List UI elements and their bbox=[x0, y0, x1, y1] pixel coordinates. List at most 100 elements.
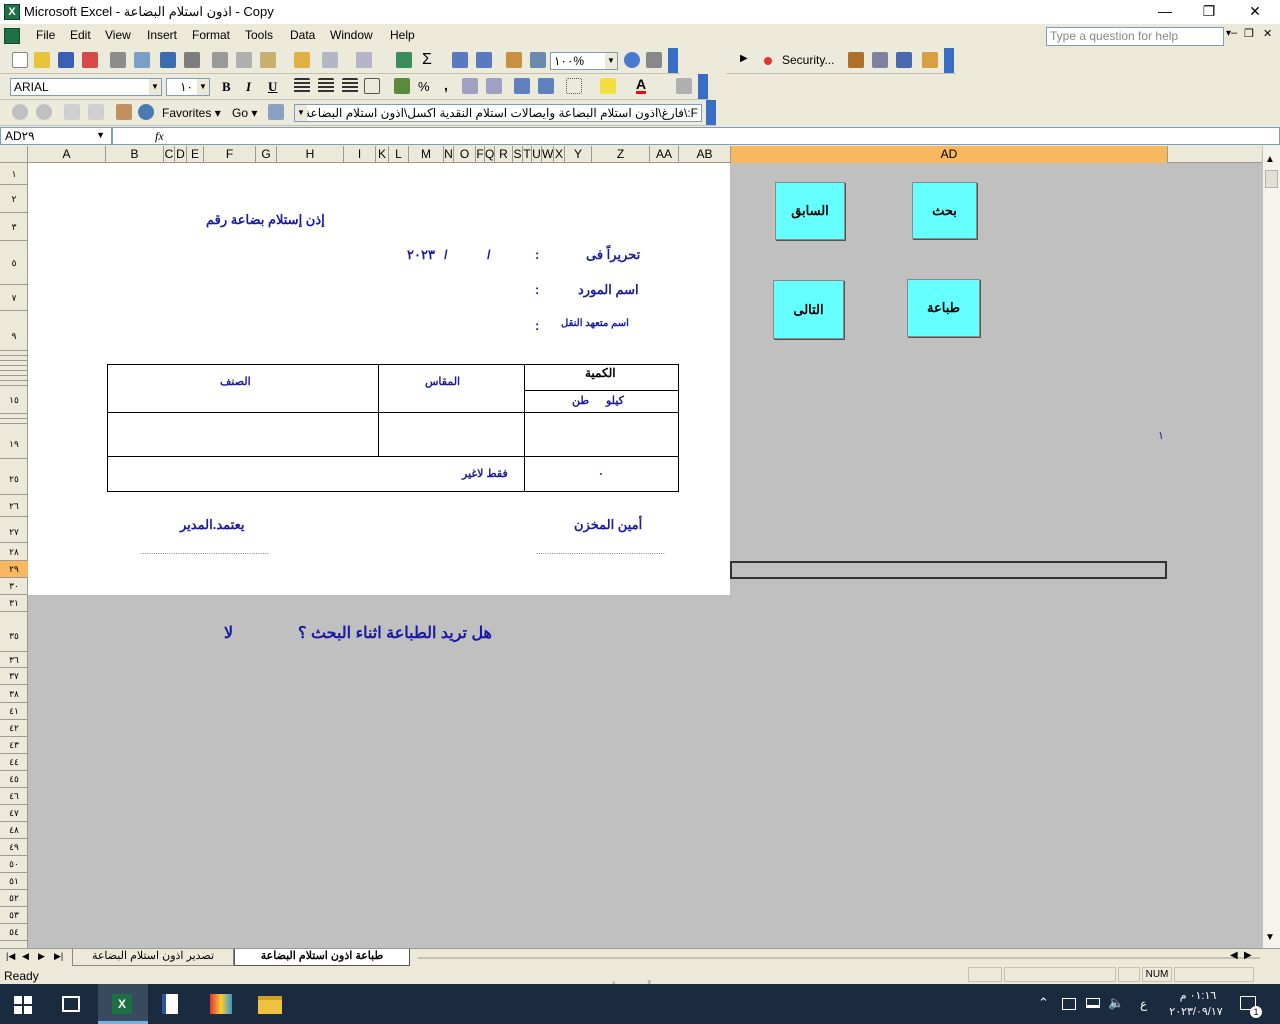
font-name-select[interactable]: ARIAL ▼ bbox=[10, 78, 162, 96]
undo-icon[interactable] bbox=[322, 52, 338, 68]
font-size-select[interactable]: ١٠ ▼ bbox=[166, 78, 210, 96]
toolbar-options-icon-2[interactable] bbox=[944, 48, 954, 73]
column-header[interactable]: AA bbox=[650, 146, 679, 163]
hyperlink-icon[interactable] bbox=[396, 52, 412, 68]
task-view-icon[interactable] bbox=[62, 996, 80, 1012]
format-painter-icon[interactable] bbox=[294, 52, 310, 68]
column-header[interactable]: C bbox=[164, 146, 175, 163]
open-icon[interactable] bbox=[34, 52, 50, 68]
new-icon[interactable] bbox=[12, 52, 28, 68]
row-header[interactable]: ٤٨ bbox=[0, 822, 28, 839]
row-header[interactable]: ٢٨ bbox=[0, 543, 28, 561]
column-header[interactable]: W bbox=[542, 146, 554, 163]
name-box-dropdown-icon[interactable]: ▼ bbox=[96, 130, 105, 140]
sheet-tab-active[interactable]: طباعة اذون استلام البضاعة bbox=[234, 949, 410, 966]
print-answer[interactable]: لا bbox=[224, 623, 233, 643]
scroll-right-icon[interactable]: ▶ bbox=[1244, 950, 1252, 961]
row-header[interactable]: ١ bbox=[0, 163, 28, 185]
clock-time[interactable]: ٠١:١٦ م bbox=[1172, 989, 1224, 1002]
input-language[interactable]: ع bbox=[1140, 997, 1147, 1011]
menu-insert[interactable]: Insert bbox=[147, 28, 177, 42]
column-header[interactable]: R bbox=[495, 146, 513, 163]
column-header[interactable]: Z bbox=[592, 146, 650, 163]
next-sheet-icon[interactable]: ▶ bbox=[38, 951, 45, 962]
back-icon[interactable] bbox=[12, 104, 28, 120]
menu-data[interactable]: Data bbox=[290, 28, 315, 42]
column-header[interactable]: L bbox=[389, 146, 409, 163]
menu-view[interactable]: View bbox=[105, 28, 131, 42]
stop-icon[interactable] bbox=[64, 104, 80, 120]
row-header[interactable]: ٥٠ bbox=[0, 856, 28, 873]
column-header[interactable]: T bbox=[523, 146, 532, 163]
name-box[interactable]: AD٢٩ ▼ bbox=[0, 127, 112, 145]
select-all-corner[interactable] bbox=[0, 146, 28, 163]
column-header[interactable]: B bbox=[106, 146, 164, 163]
menu-help[interactable]: Help bbox=[390, 28, 415, 42]
column-header[interactable]: I bbox=[344, 146, 376, 163]
row-header[interactable]: ٢٦ bbox=[0, 495, 28, 517]
control-toolbox-icon[interactable] bbox=[872, 52, 888, 68]
row-header[interactable]: ٣٨ bbox=[0, 685, 28, 703]
column-header[interactable]: G bbox=[256, 146, 277, 163]
row-header[interactable]: ٤٣ bbox=[0, 737, 28, 754]
scroll-up-icon[interactable]: ▲ bbox=[1265, 154, 1275, 165]
spelling-icon[interactable] bbox=[160, 52, 176, 68]
align-right-icon[interactable] bbox=[342, 78, 358, 94]
row-header[interactable]: ٤٧ bbox=[0, 805, 28, 822]
print-preview-icon[interactable] bbox=[134, 52, 150, 68]
address-input[interactable]: F:\فارغ\اذون استلام البضاعة وايصالات است… bbox=[294, 104, 702, 122]
show-only-web-toolbar-icon[interactable] bbox=[268, 104, 284, 120]
sheet-tab[interactable]: تصدير اذون استلام البضاعة bbox=[72, 949, 234, 966]
row-header[interactable]: ٣٥ bbox=[0, 612, 28, 652]
toolbar-options-icon-4[interactable] bbox=[706, 100, 716, 125]
print-button[interactable]: طباعة bbox=[907, 279, 980, 337]
row-header[interactable]: ٣٧ bbox=[0, 668, 28, 685]
scroll-thumb[interactable] bbox=[1265, 170, 1278, 188]
vb-editor-icon[interactable] bbox=[848, 52, 864, 68]
record-macro-icon[interactable] bbox=[764, 57, 772, 65]
row-header[interactable]: ١٥ bbox=[0, 386, 28, 414]
row-header[interactable]: ٢٧ bbox=[0, 517, 28, 543]
help-search-input[interactable]: Type a question for help bbox=[1046, 27, 1224, 46]
windows-start-icon[interactable] bbox=[14, 996, 32, 1014]
borders-icon[interactable] bbox=[566, 78, 582, 94]
clock-date[interactable]: ٢٠٢٣/٠٩/١٧ bbox=[1166, 1005, 1226, 1018]
currency-icon[interactable] bbox=[394, 78, 410, 94]
copy-icon[interactable] bbox=[236, 52, 252, 68]
tray-overflow-icon[interactable]: ⌃ bbox=[1038, 995, 1049, 1011]
cut-icon[interactable] bbox=[212, 52, 228, 68]
decrease-decimal-icon[interactable] bbox=[486, 78, 502, 94]
menu-format[interactable]: Format bbox=[192, 28, 230, 42]
row-header[interactable]: ٤٤ bbox=[0, 754, 28, 771]
underline-button[interactable]: U bbox=[268, 79, 277, 95]
run-macro-icon[interactable]: ▶ bbox=[740, 53, 748, 64]
selected-cell[interactable] bbox=[730, 561, 1167, 579]
restore-button[interactable]: ❐ bbox=[1186, 0, 1232, 24]
column-header-selected[interactable]: AD bbox=[731, 146, 1168, 163]
prev-sheet-icon[interactable]: ◀ bbox=[22, 951, 29, 962]
row-header[interactable]: ٩ bbox=[0, 311, 28, 351]
align-left-icon[interactable] bbox=[294, 78, 310, 94]
row-header[interactable]: ٢ bbox=[0, 185, 28, 213]
merge-center-icon[interactable] bbox=[364, 78, 380, 94]
chart-wizard-icon[interactable] bbox=[506, 52, 522, 68]
horizontal-scrollbar[interactable] bbox=[418, 957, 1260, 959]
scroll-down-icon[interactable]: ▼ bbox=[1265, 932, 1275, 943]
word-icon[interactable] bbox=[162, 994, 178, 1014]
script-editor-icon[interactable] bbox=[922, 52, 938, 68]
doc-close-icon[interactable]: ✕ bbox=[1263, 27, 1272, 40]
volume-icon[interactable]: 🔈 bbox=[1108, 995, 1124, 1011]
close-button[interactable]: ✕ bbox=[1232, 0, 1278, 24]
row-header[interactable]: ٧ bbox=[0, 285, 28, 311]
align-center-icon[interactable] bbox=[318, 78, 334, 94]
menu-file[interactable]: File bbox=[36, 28, 55, 42]
first-sheet-icon[interactable]: |◀ bbox=[6, 951, 15, 962]
column-header[interactable]: Q bbox=[485, 146, 495, 163]
last-sheet-icon[interactable]: ▶| bbox=[54, 951, 63, 962]
permission-icon[interactable] bbox=[82, 52, 98, 68]
search-button[interactable]: بحث bbox=[912, 182, 977, 239]
workbook-icon[interactable] bbox=[4, 28, 20, 44]
column-header[interactable]: A bbox=[28, 146, 106, 163]
row-header[interactable]: ٥٣ bbox=[0, 907, 28, 924]
minimize-button[interactable]: — bbox=[1142, 0, 1188, 24]
